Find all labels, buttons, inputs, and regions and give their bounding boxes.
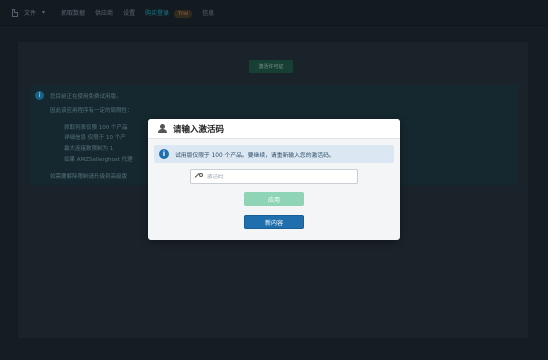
activation-code-input[interactable] [207,173,357,180]
dialog-header: 请输入激活码 [148,119,400,139]
activation-code-dialog: 请输入激活码 i 试用版仅限于 100 个产品。要继续，请重新输入您的激活码。 … [148,119,400,240]
activation-code-field[interactable] [190,169,358,184]
key-icon [194,172,203,181]
apply-button[interactable]: 应用 [244,192,304,206]
trial-limit-alert: i 试用版仅限于 100 个产品。要继续，请重新输入您的激活码。 [154,145,394,163]
dialog-title: 请输入激活码 [173,124,225,135]
alert-text: 试用版仅限于 100 个产品。要继续，请重新输入您的激活码。 [175,152,335,159]
user-icon [158,124,167,133]
new-content-button[interactable]: 新内容 [244,215,304,229]
info-icon: i [159,149,169,159]
